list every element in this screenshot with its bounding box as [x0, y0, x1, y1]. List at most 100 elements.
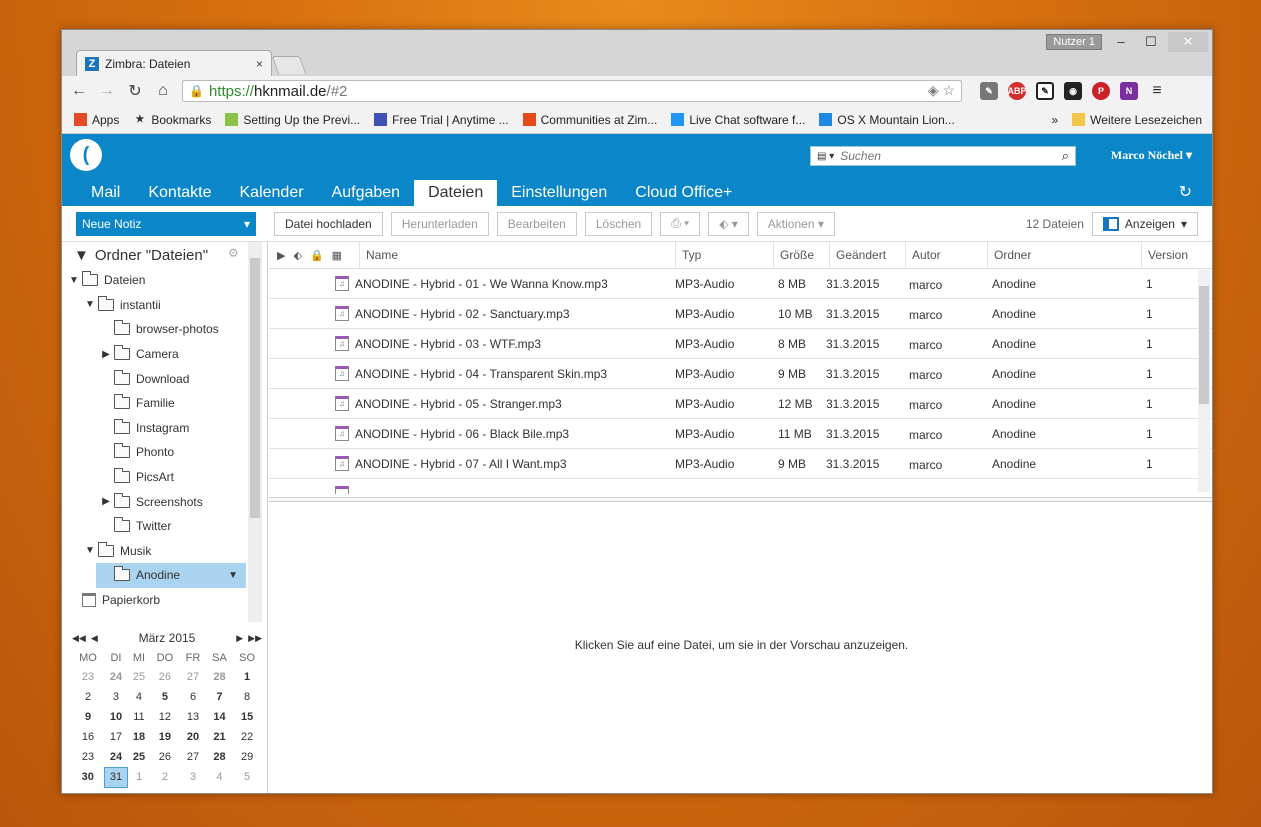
tag-column-icon[interactable]: ⬖: [293, 249, 301, 262]
folder-item[interactable]: ▶ Camera: [62, 342, 246, 367]
calendar-day[interactable]: 5: [233, 767, 262, 787]
maximize-button[interactable]: ☐: [1136, 32, 1166, 52]
search-box[interactable]: ▤ ▾ ⌕: [810, 146, 1076, 166]
tab-einstellungen[interactable]: Einstellungen: [497, 180, 621, 206]
close-window-button[interactable]: ✕: [1168, 32, 1208, 52]
calendar-day[interactable]: 23: [72, 747, 104, 767]
forward-icon[interactable]: →: [98, 82, 116, 100]
calendar-day[interactable]: 11: [128, 707, 150, 727]
tab-close-icon[interactable]: ×: [256, 57, 263, 71]
tab-dateien[interactable]: Dateien: [414, 180, 498, 206]
folder-item[interactable]: Download: [62, 366, 246, 391]
calendar-day[interactable]: 28: [206, 747, 233, 767]
search-icon[interactable]: ⌕: [1062, 148, 1069, 164]
folder-item[interactable]: Familie: [62, 391, 246, 416]
table-row[interactable]: ♫ ANODINE - Hybrid - 03 - WTF.mp3 MP3-Audi…: [269, 329, 1212, 359]
table-row-partial[interactable]: [269, 479, 1212, 494]
user-menu[interactable]: Marco Nöchel ▾: [1111, 148, 1192, 163]
eyedropper-extension-icon[interactable]: ✎: [980, 82, 998, 100]
calendar-day[interactable]: 27: [180, 667, 206, 687]
collapse-arrow-icon[interactable]: ▼: [74, 247, 89, 264]
note-extension-icon[interactable]: ✎: [1036, 82, 1054, 100]
zimbra-logo[interactable]: (: [70, 139, 102, 171]
chrome-menu-icon[interactable]: ≡: [1148, 82, 1166, 100]
column-name[interactable]: Name: [359, 241, 675, 269]
calendar-day[interactable]: 5: [150, 687, 180, 707]
calendar-day[interactable]: 6: [180, 687, 206, 707]
calendar-day[interactable]: 31: [103, 766, 129, 788]
new-tab-button[interactable]: [271, 56, 307, 74]
folder-menu-icon[interactable]: ▼: [228, 570, 238, 581]
home-icon[interactable]: ⌂: [154, 82, 172, 100]
calendar-day[interactable]: 13: [180, 707, 206, 727]
expand-arrow-icon[interactable]: ▶: [277, 249, 285, 262]
refresh-icon[interactable]: ↻: [1179, 182, 1192, 202]
calendar-prev-icon[interactable]: ◀◀ ◀: [72, 633, 108, 644]
folder-item[interactable]: ▼ Dateien: [62, 268, 246, 293]
bookmark-item[interactable]: ★ Bookmarks: [133, 113, 211, 127]
calendar-next-icon[interactable]: ▶ ▶▶: [226, 633, 262, 644]
column-author[interactable]: Autor: [905, 241, 987, 269]
tab-mail[interactable]: Mail: [77, 180, 134, 206]
folder-item[interactable]: PicsArt: [62, 465, 246, 490]
folder-item[interactable]: ▶ Screenshots: [62, 489, 246, 514]
calendar-day[interactable]: 15: [233, 707, 262, 727]
calendar-day[interactable]: 12: [150, 707, 180, 727]
calendar-day[interactable]: 23: [72, 667, 104, 687]
bookmark-overflow-button[interactable]: »: [1051, 113, 1058, 127]
bookmark-item[interactable]: Communities at Zim...: [522, 113, 657, 127]
table-row[interactable]: ♫ ANODINE - Hybrid - 07 - All I Want.mp3 M…: [269, 449, 1212, 479]
calendar-day[interactable]: 26: [150, 747, 180, 767]
chevron-down-icon[interactable]: ▾: [244, 217, 250, 231]
owl-extension-icon[interactable]: ◉: [1064, 82, 1082, 100]
column-type[interactable]: Typ: [675, 241, 773, 269]
expand-arrow-icon[interactable]: ▼: [84, 545, 96, 556]
calendar-day[interactable]: 29: [233, 747, 262, 767]
calendar-day[interactable]: 20: [180, 727, 206, 747]
tab-aufgaben[interactable]: Aufgaben: [318, 180, 415, 206]
calendar-day[interactable]: 25: [128, 667, 150, 687]
folder-item[interactable]: Phonto: [62, 440, 246, 465]
new-note-button[interactable]: Neue Notiz ▾: [76, 211, 256, 236]
trash-folder[interactable]: Papierkorb: [62, 588, 246, 613]
bookmark-item[interactable]: Live Chat software f...: [671, 113, 805, 127]
calendar-day[interactable]: 25: [128, 747, 150, 767]
calendar-day[interactable]: 4: [206, 767, 233, 787]
bookmark-item[interactable]: Apps: [74, 113, 119, 127]
icon-columns[interactable]: ▶ ⬖ 🔒 ▦: [269, 242, 359, 269]
calendar-day[interactable]: 18: [128, 727, 150, 747]
expand-arrow-icon[interactable]: ▶: [100, 349, 112, 360]
tab-kalender[interactable]: Kalender: [226, 180, 318, 206]
column-modified[interactable]: Geändert: [829, 241, 905, 269]
list-scrollbar[interactable]: [1198, 270, 1210, 492]
file-type-column-icon[interactable]: ▦: [332, 249, 342, 262]
expand-arrow-icon[interactable]: ▼: [68, 275, 80, 286]
calendar-day[interactable]: 21: [206, 727, 233, 747]
table-row[interactable]: ♫ ANODINE - Hybrid - 06 - Black Bile.mp3 M…: [269, 419, 1212, 449]
pinterest-icon[interactable]: P: [1092, 82, 1110, 100]
sidebar-scrollbar[interactable]: [248, 242, 262, 622]
table-row[interactable]: ♫ ANODINE - Hybrid - 05 - Stranger.mp3 MP3…: [269, 389, 1212, 419]
calendar-day[interactable]: 26: [150, 667, 180, 687]
profile-chip[interactable]: Nutzer 1: [1046, 34, 1102, 50]
search-input[interactable]: [840, 149, 1056, 163]
folder-item[interactable]: ▼ Musik: [62, 539, 246, 564]
tab-kontakte[interactable]: Kontakte: [134, 180, 225, 206]
view-menu-button[interactable]: Anzeigen ▾: [1091, 211, 1198, 236]
upload-file-button[interactable]: Datei hochladen: [274, 211, 383, 236]
address-bar[interactable]: 🔒 https://hknmail.de/#2 ◈ ☆: [182, 80, 962, 102]
print-menu-button[interactable]: ⎙ ▾: [660, 211, 701, 236]
folder-item[interactable]: ▼ instantii: [62, 293, 246, 318]
calendar-day[interactable]: 28: [206, 667, 233, 687]
calendar-day[interactable]: 30: [72, 767, 104, 787]
minimize-button[interactable]: –: [1106, 32, 1136, 52]
adblock-plus-icon[interactable]: ABP: [1008, 82, 1027, 100]
onenote-icon[interactable]: N: [1120, 82, 1138, 100]
calendar-day[interactable]: 10: [104, 707, 128, 727]
search-type-icon[interactable]: ▤ ▾: [817, 151, 834, 162]
calendar-day[interactable]: 22: [233, 727, 262, 747]
delete-button[interactable]: Löschen: [584, 211, 653, 236]
folder-item[interactable]: browser-photos: [62, 317, 246, 342]
browser-tab[interactable]: Z Zimbra: Dateien ×: [76, 50, 272, 76]
calendar-day[interactable]: 9: [72, 707, 104, 727]
